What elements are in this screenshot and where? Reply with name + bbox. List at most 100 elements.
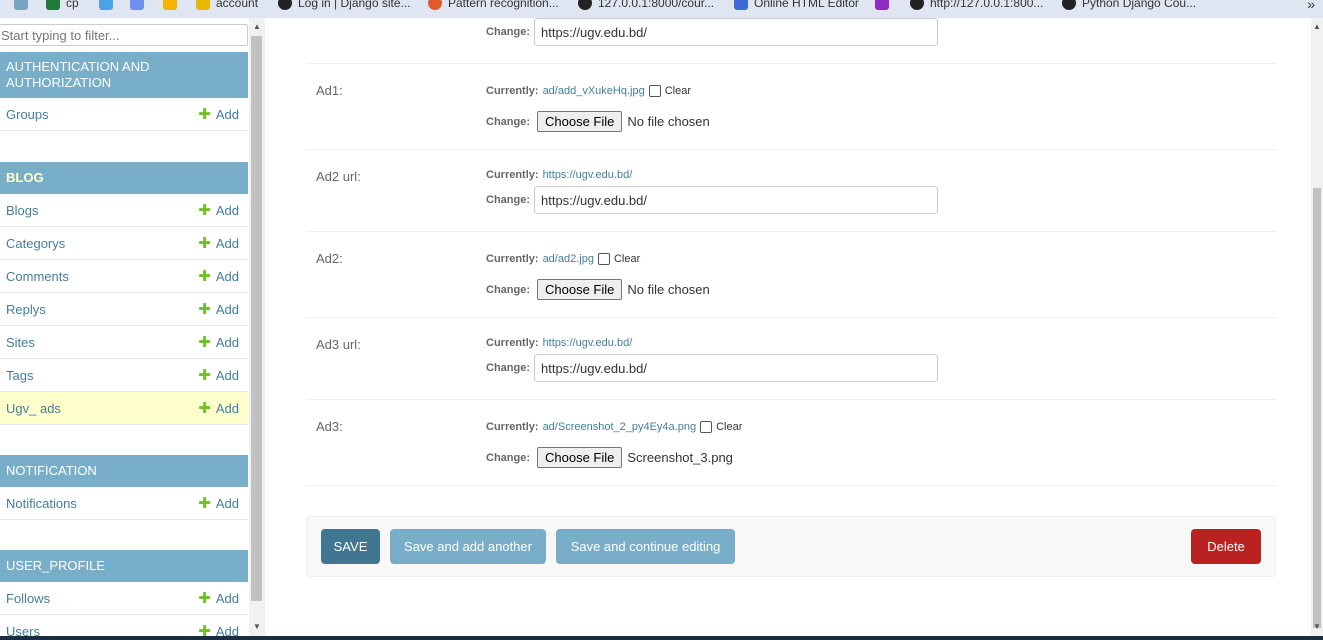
bookmark-item[interactable]	[130, 0, 150, 12]
app-user-profile: USER_PROFILE Follows ✚ Add Users ✚ Add	[0, 550, 248, 640]
sidebar-item-sites[interactable]: Sites ✚ Add	[0, 326, 248, 359]
form-row-ad1: Ad1: Currently: ad/add_vXukeHq.jpg Clear…	[306, 64, 1276, 150]
plus-icon: ✚	[198, 234, 211, 252]
add-link[interactable]: ✚ Add	[198, 368, 239, 383]
plus-icon: ✚	[198, 300, 211, 318]
sidebar-item-comments[interactable]: Comments ✚ Add	[0, 260, 248, 293]
clear-checkbox[interactable]	[648, 85, 661, 97]
folder-icon	[196, 0, 210, 10]
change-line: Change: Choose File Screenshot_3.png	[486, 447, 733, 468]
scrollbar-thumb[interactable]	[1313, 188, 1321, 628]
plus-icon: ✚	[198, 201, 211, 219]
clear-checkbox[interactable]	[597, 253, 610, 265]
save-and-add-another-button[interactable]: Save and add another	[390, 529, 546, 564]
submit-row: SAVE Save and add another Save and conti…	[306, 516, 1276, 577]
currently-line: Currently: https://ugv.edu.bd/	[486, 169, 633, 181]
nav-filter-input[interactable]	[0, 24, 248, 46]
sidebar-scrollbar[interactable]: ▲ ▼	[249, 18, 265, 640]
save-and-continue-button[interactable]: Save and continue editing	[556, 529, 735, 564]
bookmark-icon	[46, 0, 60, 10]
form-row-ad2: Ad2: Currently: ad/ad2.jpg Clear Change:…	[306, 232, 1276, 318]
app-notification: NOTIFICATION Notifications ✚ Add	[0, 455, 248, 520]
add-link[interactable]: ✚ Add	[198, 236, 239, 251]
plus-icon: ✚	[198, 494, 211, 512]
current-url-link[interactable]: https://ugv.edu.bd/	[543, 337, 633, 349]
choose-file-button[interactable]: Choose File	[537, 447, 623, 468]
sidebar-item-replys[interactable]: Replys ✚ Add	[0, 293, 248, 326]
currently-line: Currently: ad/add_vXukeHq.jpg Clear	[486, 85, 691, 97]
change-line: Change: https://ugv.edu.bd/	[486, 354, 938, 382]
plus-icon: ✚	[198, 105, 211, 123]
form-row-ad3: Ad3: Currently: ad/Screenshot_2_py4Ey4a.…	[306, 400, 1276, 486]
app-header[interactable]: NOTIFICATION	[0, 455, 248, 487]
sidebar-item-follows[interactable]: Follows ✚ Add	[0, 582, 248, 615]
change-line: Change: https://ugv.edu.bd/	[486, 18, 938, 46]
current-file-link[interactable]: ad/ad2.jpg	[543, 253, 594, 265]
bookmark-item[interactable]: cp	[46, 0, 79, 12]
current-file-link[interactable]: ad/Screenshot_2_py4Ey4a.png	[543, 421, 697, 433]
bookmark-item[interactable]: account	[196, 0, 258, 12]
change-line: Change: Choose File No file chosen	[486, 111, 710, 132]
scroll-up-icon[interactable]: ▲	[253, 22, 261, 31]
current-url-link[interactable]: https://ugv.edu.bd/	[543, 169, 633, 181]
currently-line: Currently: https://ugv.edu.bd/	[486, 337, 633, 349]
change-line: Change: https://ugv.edu.bd/	[486, 186, 938, 214]
choose-file-button[interactable]: Choose File	[537, 279, 623, 300]
app-header[interactable]: BLOG	[0, 162, 248, 194]
current-file-link[interactable]: ad/add_vXukeHq.jpg	[543, 85, 645, 97]
scrollbar-thumb[interactable]	[251, 36, 262, 601]
save-button[interactable]: SAVE	[321, 529, 380, 564]
ad2-url-input[interactable]: https://ugv.edu.bd/	[534, 186, 938, 214]
clear-checkbox[interactable]	[700, 421, 713, 433]
choose-file-button[interactable]: Choose File	[537, 111, 623, 132]
delete-button[interactable]: Delete	[1191, 529, 1261, 564]
bookmark-icon	[14, 0, 28, 10]
plus-icon: ✚	[198, 399, 211, 417]
nav-sidebar: AUTHENTICATION AND AUTHORIZATION Groups …	[0, 18, 249, 640]
currently-line: Currently: ad/ad2.jpg Clear	[486, 253, 641, 265]
scroll-down-icon[interactable]: ▼	[253, 622, 261, 631]
ad3-url-input[interactable]: https://ugv.edu.bd/	[534, 354, 938, 382]
plus-icon: ✚	[198, 366, 211, 384]
plus-icon: ✚	[198, 333, 211, 351]
bookmark-icon	[278, 0, 292, 10]
sidebar-item-blogs[interactable]: Blogs ✚ Add	[0, 194, 248, 227]
add-link[interactable]: ✚ Add	[198, 591, 239, 606]
bookmark-item[interactable]	[163, 0, 183, 12]
change-line: Change: Choose File No file chosen	[486, 279, 710, 300]
app-header[interactable]: USER_PROFILE	[0, 550, 248, 582]
form-row: Change: https://ugv.edu.bd/	[306, 0, 1276, 64]
ad1-url-input[interactable]: https://ugv.edu.bd/	[534, 18, 938, 46]
add-link[interactable]: ✚ Add	[198, 335, 239, 350]
bookmark-icon	[99, 0, 113, 10]
scroll-down-icon[interactable]: ▼	[1313, 622, 1321, 631]
taskbar-edge	[0, 636, 1323, 640]
sidebar-item-tags[interactable]: Tags ✚ Add	[0, 359, 248, 392]
app-auth: AUTHENTICATION AND AUTHORIZATION Groups …	[0, 52, 248, 131]
bookmark-item[interactable]	[99, 0, 119, 12]
bookmark-item[interactable]	[14, 0, 34, 12]
sidebar-item-categorys[interactable]: Categorys ✚ Add	[0, 227, 248, 260]
form-row-ad3-url: Ad3 url: Currently: https://ugv.edu.bd/ …	[306, 318, 1276, 400]
bookmark-icon	[130, 0, 144, 10]
add-link[interactable]: ✚ Add	[198, 496, 239, 511]
more-bookmarks-icon[interactable]: »	[1307, 0, 1315, 12]
sidebar-item-notifications[interactable]: Notifications ✚ Add	[0, 487, 248, 520]
sidebar-item-groups[interactable]: Groups ✚ Add	[0, 98, 248, 131]
add-link[interactable]: ✚ Add	[198, 107, 239, 122]
app-blog: BLOG Blogs ✚ Add Categorys ✚ Add Comments …	[0, 162, 248, 425]
form-row-ad2-url: Ad2 url: Currently: https://ugv.edu.bd/ …	[306, 150, 1276, 232]
page-scrollbar[interactable]: ▲ ▼	[1311, 18, 1323, 640]
add-link[interactable]: ✚ Add	[198, 401, 239, 416]
add-link[interactable]: ✚ Add	[198, 302, 239, 317]
add-link[interactable]: ✚ Add	[198, 203, 239, 218]
change-form: Change: https://ugv.edu.bd/ Ad1: Current…	[266, 18, 1310, 640]
plus-icon: ✚	[198, 589, 211, 607]
add-link[interactable]: ✚ Add	[198, 269, 239, 284]
sidebar-item-ugv-ads[interactable]: Ugv_ ads ✚ Add	[0, 392, 248, 425]
bookmark-icon	[163, 0, 177, 10]
currently-line: Currently: ad/Screenshot_2_py4Ey4a.png C…	[486, 421, 743, 433]
plus-icon: ✚	[198, 267, 211, 285]
scroll-up-icon[interactable]: ▲	[1313, 22, 1321, 31]
app-header[interactable]: AUTHENTICATION AND AUTHORIZATION	[0, 52, 248, 98]
